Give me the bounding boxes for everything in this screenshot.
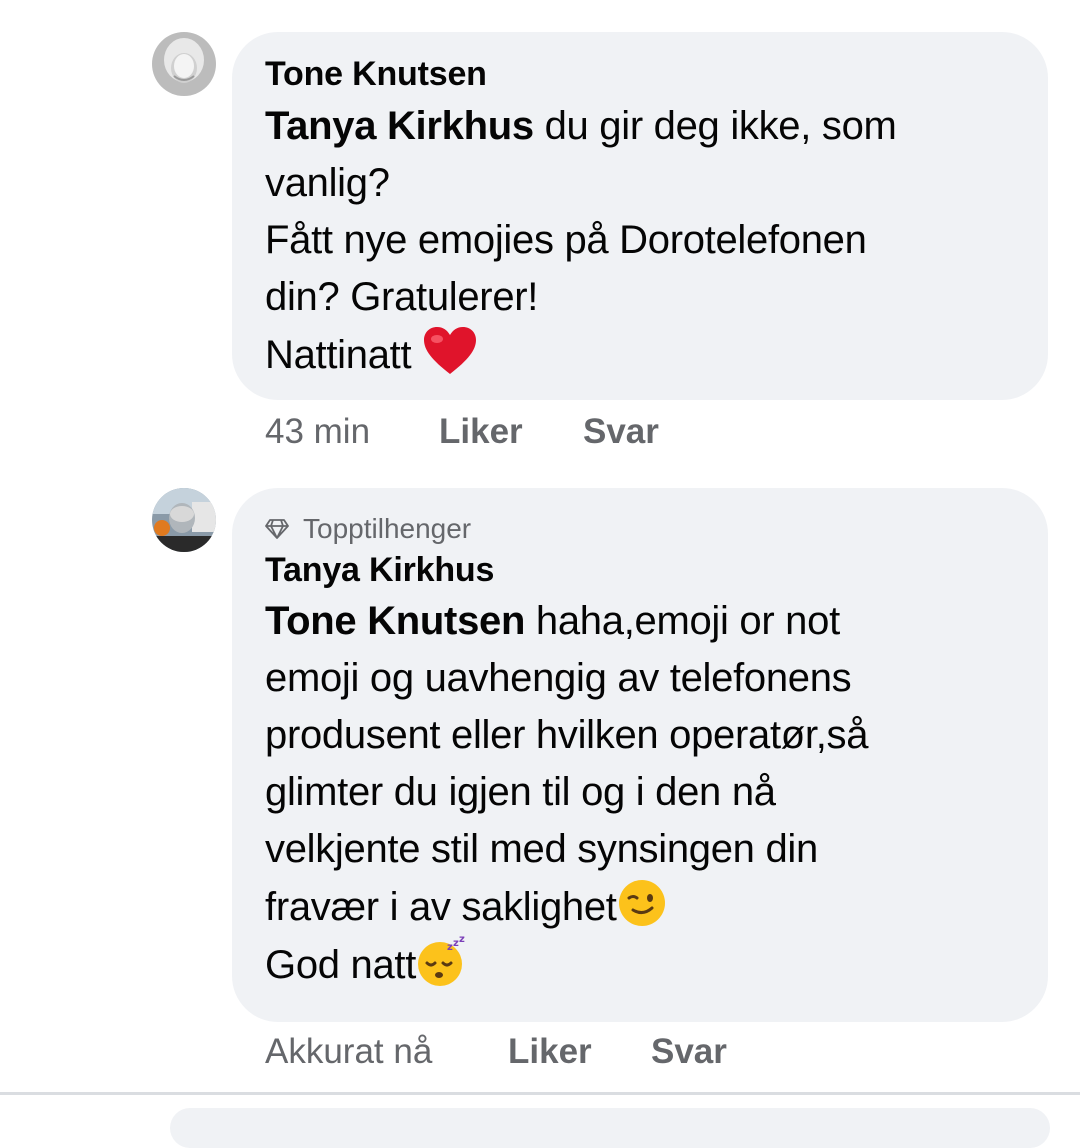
like-button[interactable]: Liker: [439, 412, 523, 452]
comment-author[interactable]: Tone Knutsen: [265, 54, 1048, 94]
sleeping-face-icon: zzz: [416, 936, 466, 986]
section-divider: [0, 1092, 1080, 1095]
avatar-tone-knutsen[interactable]: [152, 32, 216, 96]
comment-bubble: Topptilhenger Tanya Kirkhus Tone Knutsen…: [232, 488, 1048, 1022]
comment-meta: Akkurat nå Liker Svar: [265, 1032, 825, 1072]
comment-timestamp[interactable]: 43 min: [265, 412, 370, 451]
comment-text: Tanya Kirkhus du gir deg ikke, som vanli…: [265, 104, 897, 377]
next-comment-bubble: [170, 1108, 1050, 1148]
comment-text: Tone Knutsen haha,emoji or not emoji og …: [265, 599, 869, 987]
mention-link[interactable]: Tone Knutsen: [265, 599, 525, 643]
avatar-tanya-kirkhus[interactable]: [152, 488, 216, 552]
comment-author[interactable]: Tanya Kirkhus: [265, 550, 1048, 590]
mention-link[interactable]: Tanya Kirkhus: [265, 104, 534, 148]
red-heart-icon: [422, 326, 477, 376]
comment-meta: 43 min Liker Svar: [265, 412, 765, 452]
top-fan-badge: Topptilhenger: [265, 512, 1048, 546]
svg-text:z: z: [459, 936, 465, 945]
winking-face-icon: [617, 878, 667, 928]
reply-button[interactable]: Svar: [583, 412, 659, 452]
like-button[interactable]: Liker: [508, 1032, 592, 1072]
reply-button[interactable]: Svar: [651, 1032, 727, 1072]
comment-timestamp[interactable]: Akkurat nå: [265, 1032, 432, 1071]
diamond-icon: [265, 519, 289, 539]
comment-bubble: Tone Knutsen Tanya Kirkhus du gir deg ik…: [232, 32, 1048, 400]
